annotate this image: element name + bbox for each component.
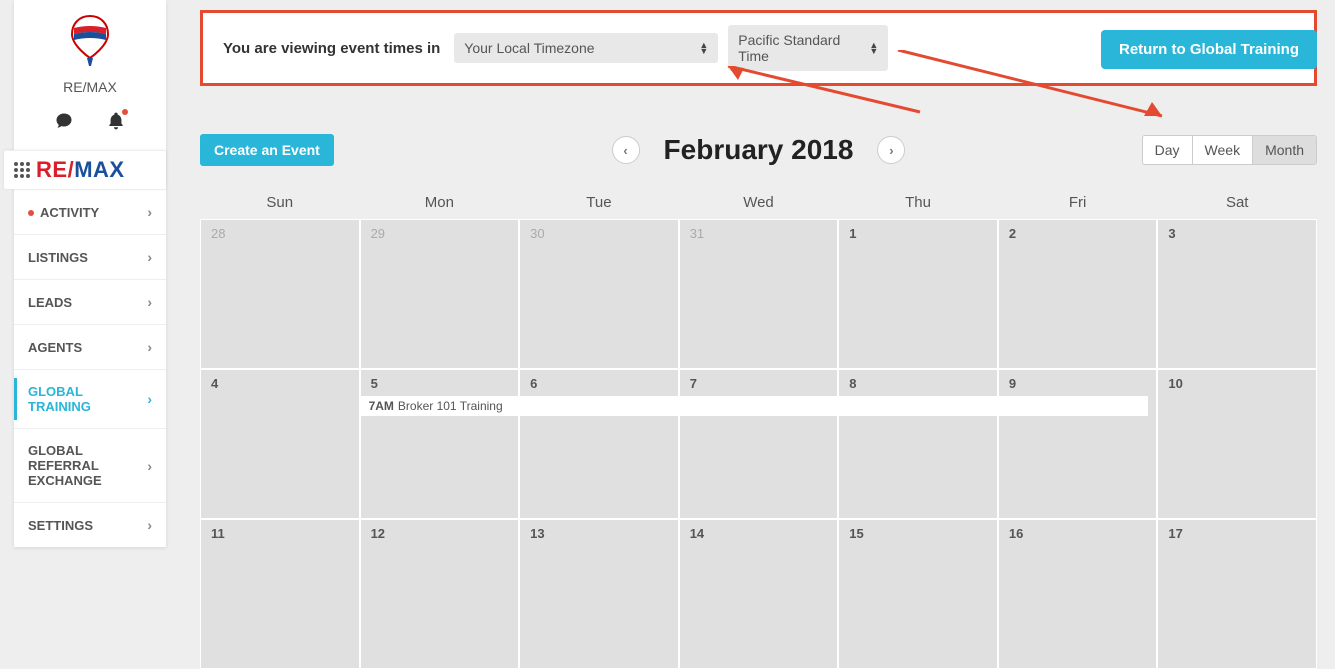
calendar-cell[interactable]: 12	[360, 519, 520, 669]
calendar-cell[interactable]: 10	[1157, 369, 1317, 519]
chevron-right-icon: ›	[147, 458, 152, 474]
calendar-title-group: ‹ February 2018 ›	[612, 134, 906, 166]
chevron-right-icon: ›	[147, 204, 152, 220]
calendar-cell[interactable]: 14	[679, 519, 839, 669]
calendar-cell[interactable]: 4	[200, 369, 360, 519]
calendar-cell[interactable]: 16	[998, 519, 1158, 669]
calendar-cell[interactable]: 5 7AM Broker 101 Training	[360, 369, 520, 519]
calendar-toolbar: Create an Event ‹ February 2018 › Day We…	[200, 134, 1317, 166]
grip-icon	[14, 162, 30, 178]
event-time: 7AM	[369, 399, 394, 413]
calendar-event[interactable]: 7AM Broker 101 Training	[361, 396, 1149, 416]
remax-wordmark: RE/MAX	[36, 157, 125, 183]
dow-fri: Fri	[998, 186, 1158, 219]
timezone-select-1-value: Your Local Timezone	[464, 40, 594, 56]
calendar-cell[interactable]: 11	[200, 519, 360, 669]
dow-mon: Mon	[360, 186, 520, 219]
dow-sun: Sun	[200, 186, 360, 219]
calendar: Sun Mon Tue Wed Thu Fri Sat 28 29 30 31 …	[200, 186, 1317, 669]
topbar-wrap: You are viewing event times in Your Loca…	[200, 10, 1317, 86]
chevron-right-icon: ›	[147, 517, 152, 533]
calendar-cell[interactable]: 15	[838, 519, 998, 669]
chat-icon[interactable]	[54, 111, 74, 136]
return-global-training-button[interactable]: Return to Global Training	[1101, 30, 1317, 69]
timezone-select-2[interactable]: Pacific Standard Time ▲▼	[728, 25, 888, 71]
calendar-grid: 28 29 30 31 1 2 3 4 5 7AM Broker 101 Tra…	[200, 219, 1317, 669]
sidebar-item-agents[interactable]: AGENTS›	[14, 324, 166, 369]
updown-icon: ▲▼	[699, 42, 708, 54]
calendar-cell[interactable]: 6	[519, 369, 679, 519]
dow-tue: Tue	[519, 186, 679, 219]
calendar-title: February 2018	[664, 134, 854, 166]
view-switch: Day Week Month	[1142, 135, 1317, 165]
view-week-button[interactable]: Week	[1192, 136, 1253, 164]
calendar-cell[interactable]: 8	[838, 369, 998, 519]
prev-month-button[interactable]: ‹	[612, 136, 640, 164]
day-of-week-header: Sun Mon Tue Wed Thu Fri Sat	[200, 186, 1317, 219]
calendar-cell[interactable]: 9	[998, 369, 1158, 519]
calendar-cell[interactable]: 3	[1157, 219, 1317, 369]
calendar-cell[interactable]: 31	[679, 219, 839, 369]
brand-bar[interactable]: RE/MAX	[4, 150, 166, 189]
calendar-cell[interactable]: 7	[679, 369, 839, 519]
sidebar-item-leads[interactable]: LEADS›	[14, 279, 166, 324]
calendar-cell[interactable]: 28	[200, 219, 360, 369]
sidebar-item-settings[interactable]: SETTINGS›	[14, 502, 166, 547]
sidebar-nav: ACTIVITY› LISTINGS› LEADS› AGENTS› GLOBA…	[14, 189, 166, 547]
brand-name: RE/MAX	[14, 79, 166, 95]
view-month-button[interactable]: Month	[1252, 136, 1316, 164]
notification-dot-icon	[122, 109, 128, 115]
main: You are viewing event times in Your Loca…	[200, 10, 1317, 669]
next-month-button[interactable]: ›	[877, 136, 905, 164]
chevron-right-icon: ›	[147, 294, 152, 310]
calendar-cell[interactable]: 30	[519, 219, 679, 369]
dow-sat: Sat	[1157, 186, 1317, 219]
event-title: Broker 101 Training	[398, 399, 503, 413]
chevron-right-icon: ›	[147, 339, 152, 355]
timezone-select-1[interactable]: Your Local Timezone ▲▼	[454, 33, 718, 63]
sidebar: RE/MAX RE/MAX ACTIVITY› LISTINGS› LEADS›…	[14, 0, 166, 547]
calendar-cell[interactable]: 17	[1157, 519, 1317, 669]
dow-thu: Thu	[838, 186, 998, 219]
sidebar-item-global-referral[interactable]: GLOBAL REFERRAL EXCHANGE›	[14, 428, 166, 502]
calendar-cell[interactable]: 29	[360, 219, 520, 369]
calendar-cell[interactable]: 13	[519, 519, 679, 669]
timezone-label: You are viewing event times in	[223, 40, 440, 57]
timezone-select-2-value: Pacific Standard Time	[738, 32, 869, 64]
bell-icon[interactable]	[106, 111, 126, 136]
chevron-right-icon: ›	[147, 249, 152, 265]
logo-block: RE/MAX	[14, 0, 166, 103]
sidebar-item-activity[interactable]: ACTIVITY›	[14, 189, 166, 234]
create-event-button[interactable]: Create an Event	[200, 134, 334, 166]
calendar-cell[interactable]: 2	[998, 219, 1158, 369]
icon-row	[14, 103, 166, 150]
updown-icon: ▲▼	[869, 42, 878, 54]
view-day-button[interactable]: Day	[1143, 136, 1192, 164]
sidebar-item-listings[interactable]: LISTINGS›	[14, 234, 166, 279]
chevron-right-icon: ›	[147, 391, 152, 407]
balloon-icon	[67, 14, 113, 60]
calendar-cell[interactable]: 1	[838, 219, 998, 369]
sidebar-item-global-training[interactable]: GLOBAL TRAINING›	[14, 369, 166, 428]
dow-wed: Wed	[679, 186, 839, 219]
